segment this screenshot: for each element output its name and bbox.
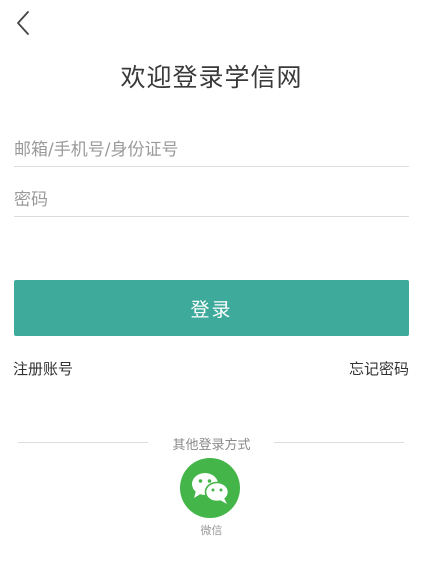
login-button[interactable]: 登录 (14, 280, 409, 336)
password-input[interactable] (14, 184, 409, 217)
wechat-login-button[interactable] (180, 458, 240, 518)
chevron-left-icon (17, 11, 29, 35)
divider-right (274, 442, 404, 443)
other-login-label: 其他登录方式 (172, 438, 251, 453)
back-button[interactable] (10, 8, 36, 38)
page-title: 欢迎登录学信网 (120, 63, 303, 92)
wechat-icon (192, 473, 230, 504)
register-link[interactable]: 注册账号 (13, 358, 73, 379)
wechat-label: 微信 (200, 524, 223, 537)
account-input[interactable] (14, 134, 409, 167)
forgot-password-link[interactable]: 忘记密码 (349, 358, 409, 379)
